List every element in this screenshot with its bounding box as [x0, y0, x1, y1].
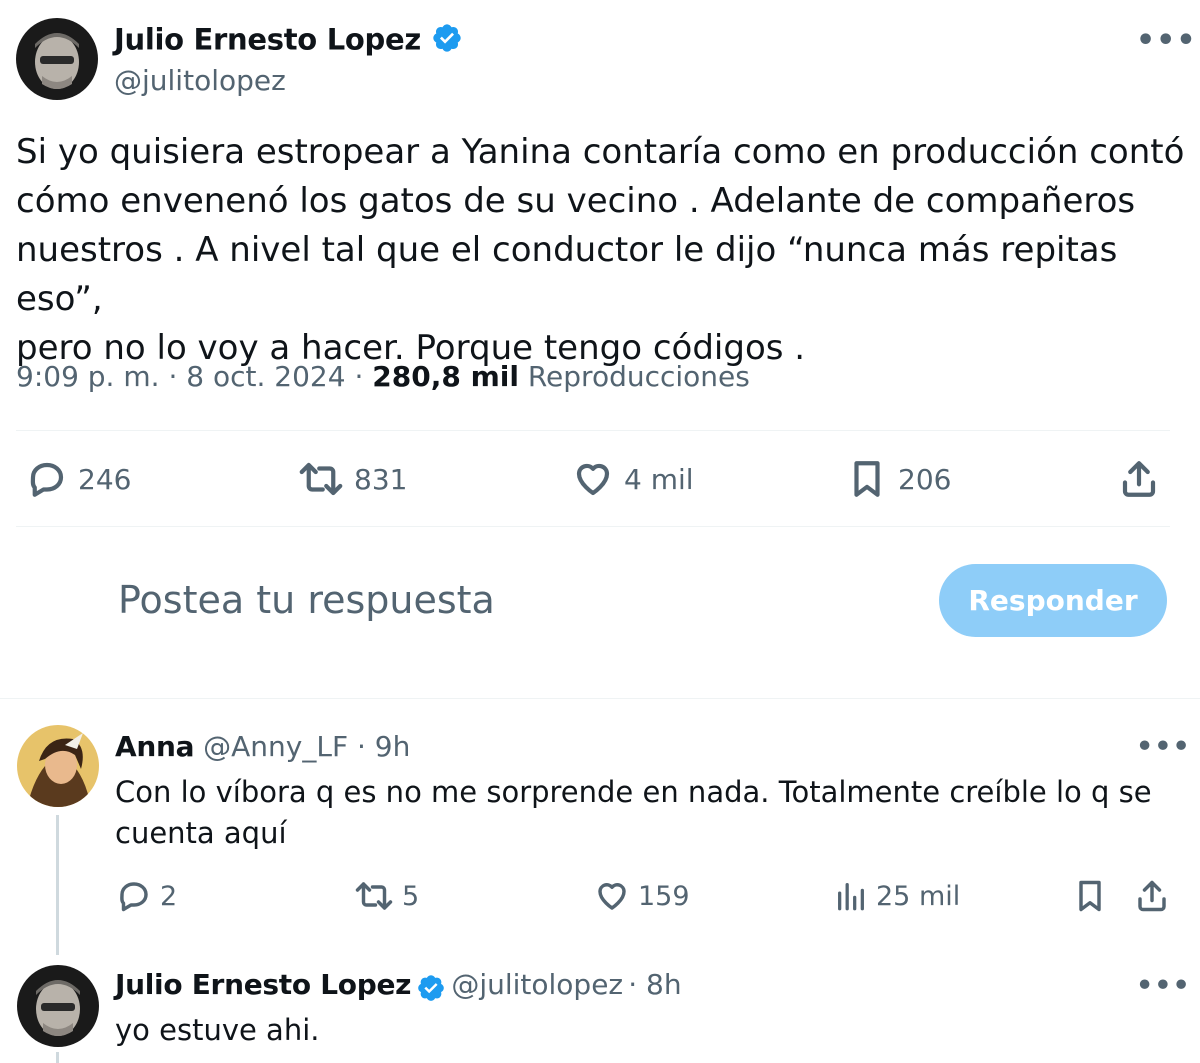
- tweet-date[interactable]: 8 oct. 2024: [186, 360, 345, 393]
- reply-header: Julio Ernesto Lopez @julitolopez · 8h: [115, 968, 682, 1007]
- reply-text: yo estuve ahi.: [115, 1013, 320, 1047]
- tweet-time[interactable]: 9:09 p. m.: [16, 360, 160, 393]
- reply-input[interactable]: Postea tu respuesta: [118, 578, 495, 622]
- reply-author-name[interactable]: Julio Ernesto Lopez: [115, 968, 411, 1001]
- repost-action[interactable]: 831: [298, 458, 407, 500]
- author-avatar[interactable]: [16, 18, 98, 100]
- more-options-icon[interactable]: •••: [1136, 733, 1191, 760]
- bookmark-action[interactable]: [1072, 878, 1108, 914]
- repost-icon: [299, 462, 343, 496]
- reply-time[interactable]: · 9h: [357, 730, 410, 763]
- author-handle[interactable]: @julitolopez: [114, 64, 286, 97]
- verified-badge-icon: [431, 22, 463, 61]
- bookmark-action[interactable]: 206: [846, 458, 951, 500]
- bookmark-icon: [1079, 880, 1101, 912]
- bookmark-icon: [854, 461, 880, 497]
- reply-avatar[interactable]: [17, 965, 99, 1047]
- reply-icon: [120, 882, 148, 912]
- thread-line: [56, 815, 59, 955]
- heart-icon: [598, 883, 626, 910]
- reply-button[interactable]: Responder: [939, 564, 1167, 637]
- reply-text: Con lo víbora q es no me sorprende en na…: [115, 775, 1152, 850]
- reply-author-handle[interactable]: @julitolopez: [451, 968, 623, 1001]
- share-action[interactable]: [1134, 878, 1170, 914]
- share-icon: [1138, 880, 1166, 912]
- divider: [16, 526, 1170, 527]
- views-action[interactable]: 25 mil: [834, 878, 960, 914]
- reply-icon: [30, 462, 64, 497]
- views-label: Reproducciones: [527, 360, 750, 393]
- like-action[interactable]: 4 mil: [572, 458, 694, 500]
- more-options-icon[interactable]: •••: [1136, 26, 1197, 56]
- tweet-text: Si yo quisiera estropear a Yanina contar…: [16, 132, 1185, 368]
- divider: [0, 698, 1200, 699]
- heart-icon: [576, 463, 610, 496]
- thread-line: [56, 1052, 59, 1063]
- tweet-meta: 9:09 p. m. · 8 oct. 2024 · 280,8 mil Rep…: [16, 360, 750, 393]
- share-action[interactable]: [1118, 458, 1160, 500]
- reply-action[interactable]: 246: [26, 458, 131, 500]
- reply-header: Anna @Anny_LF · 9h: [115, 730, 410, 763]
- author-name[interactable]: Julio Ernesto Lopez: [114, 22, 463, 61]
- like-action[interactable]: 159: [594, 878, 690, 914]
- views-count: 280,8 mil: [372, 360, 519, 393]
- repost-icon: [355, 882, 393, 910]
- divider: [16, 430, 1170, 431]
- views-icon: [838, 883, 864, 911]
- more-options-icon[interactable]: •••: [1136, 972, 1191, 999]
- reply-author-name[interactable]: Anna: [115, 730, 195, 763]
- reply-author-handle[interactable]: @Anny_LF: [203, 730, 348, 763]
- reply-action[interactable]: 2: [116, 878, 177, 914]
- repost-action[interactable]: 5: [354, 878, 419, 914]
- verified-badge-icon: [416, 973, 446, 1007]
- reply-time[interactable]: · 8h: [628, 968, 681, 1001]
- share-icon: [1122, 461, 1156, 497]
- reply-avatar[interactable]: [17, 725, 99, 807]
